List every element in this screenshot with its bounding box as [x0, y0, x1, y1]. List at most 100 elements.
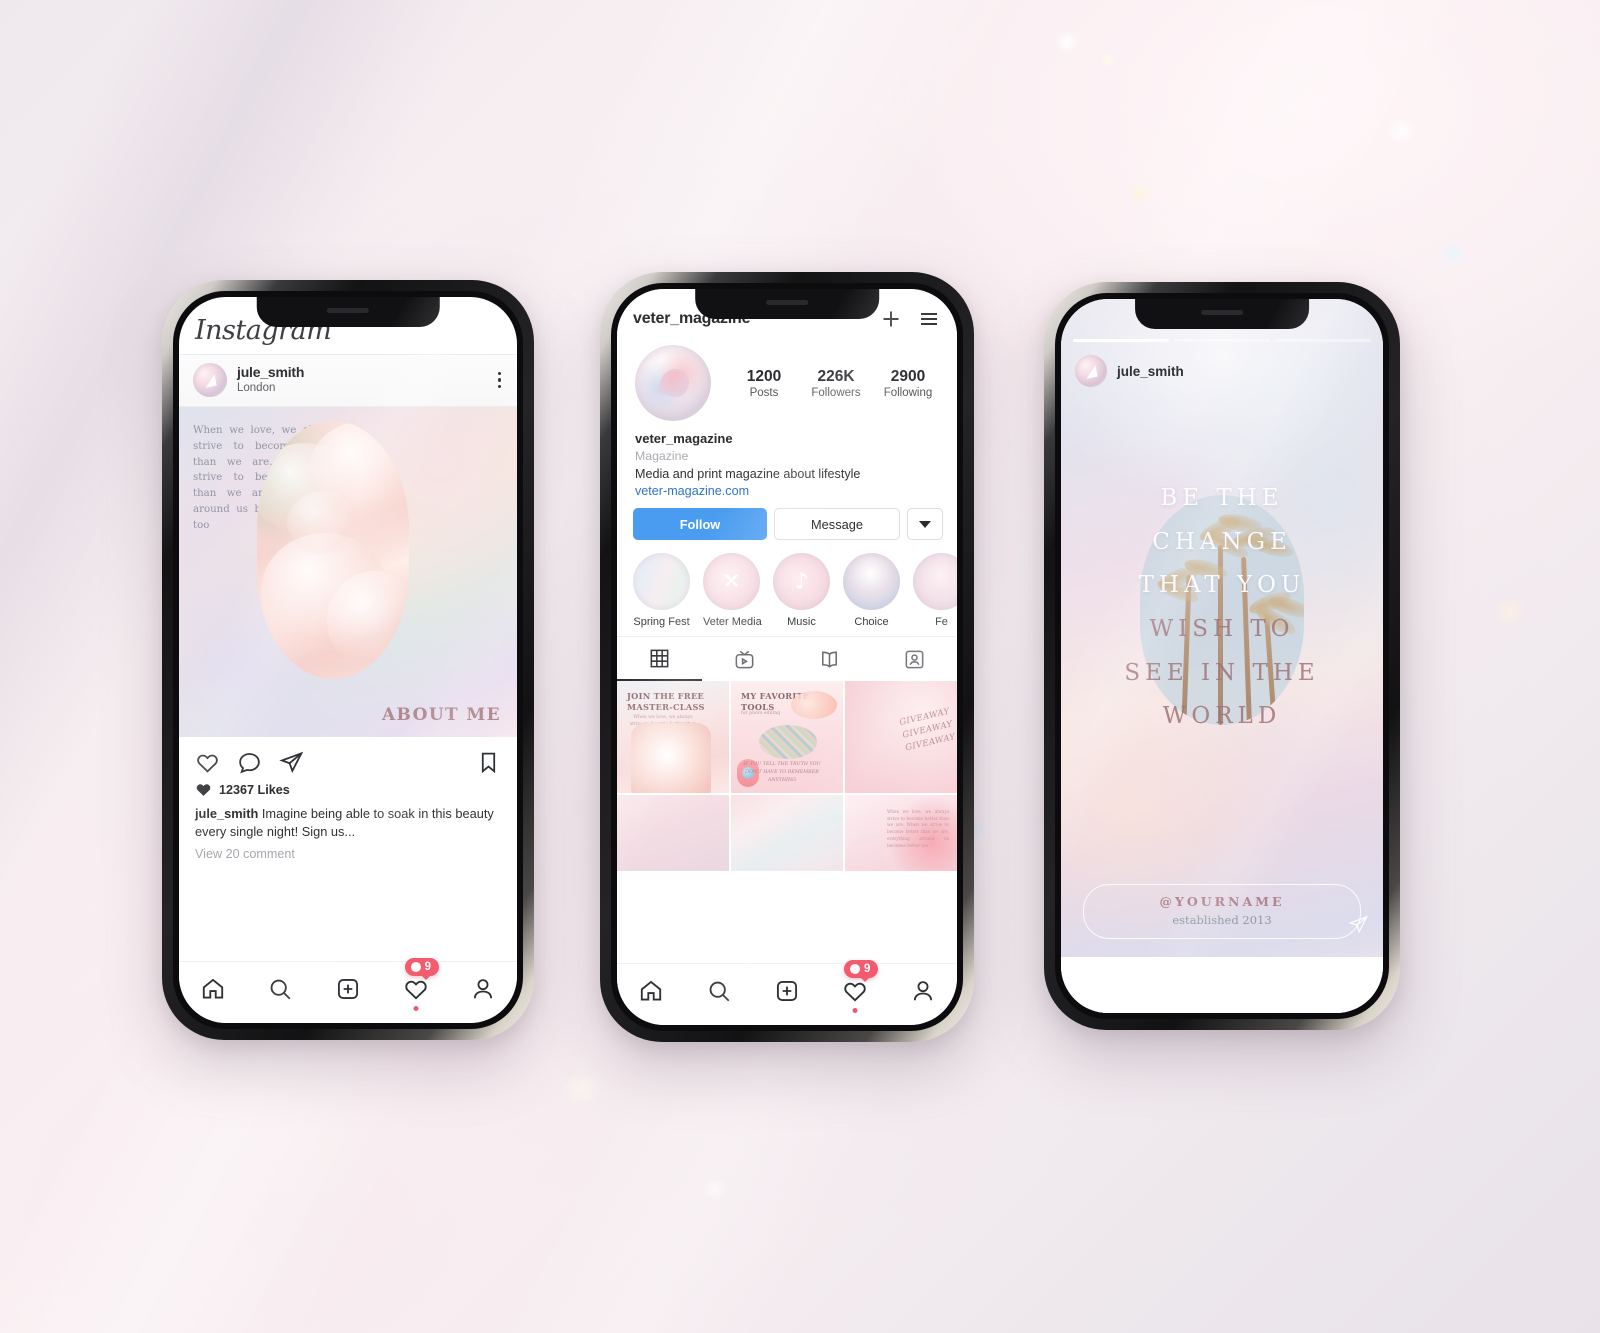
story-highlights: Spring Fest ✕ Veter Media ♪ Music Choice…	[617, 540, 957, 636]
stat-label: Followers	[811, 386, 861, 399]
likes-row: 12367 Likes	[179, 781, 517, 798]
bio-website-link[interactable]: veter-magazine.com	[635, 484, 941, 498]
profile-segment-tabs	[617, 636, 957, 681]
story-progress-segment[interactable]	[1275, 339, 1371, 342]
active-tab-dot	[852, 1007, 858, 1013]
avatar-glyph: ◢	[1083, 361, 1099, 382]
tab-igtv[interactable]	[702, 637, 787, 681]
bokeh-sparkle	[1055, 30, 1079, 54]
phone-bezel: veter_magazine 1200 Posts 226K Followers…	[611, 283, 963, 1031]
stat-label: Following	[883, 386, 933, 399]
highlight-partial[interactable]: Fe	[913, 553, 957, 628]
story-quote-line: SEE IN THE	[1124, 659, 1320, 686]
profile-avatar[interactable]	[635, 345, 711, 421]
grid-post[interactable]: MY FAVORITE TOOLS for photo editing IF Y…	[731, 681, 843, 793]
notification-badge: 9	[404, 957, 439, 980]
grid-post[interactable]: When we love, we always strive to become…	[845, 795, 957, 871]
grid-post[interactable]	[617, 795, 729, 871]
story-handle: @YOURNAME	[1159, 894, 1285, 909]
stat-label: Posts	[749, 386, 779, 399]
grid-post[interactable]: GIVEAWAY GIVEAWAY GIVEAWAY	[845, 681, 957, 793]
phone3-screen: ◢ jule_smith BE THE CHANGE THAT YOU WISH…	[1061, 299, 1383, 1013]
badge-count: 9	[863, 962, 871, 975]
highlight-label: Spring Fest	[633, 616, 690, 628]
phone-device-story: ◢ jule_smith BE THE CHANGE THAT YOU WISH…	[1044, 282, 1400, 1030]
post-location[interactable]: London	[237, 382, 486, 395]
story-quote-line: CHANGE	[1152, 528, 1292, 555]
caption-username[interactable]: jule_smith	[195, 806, 258, 821]
paper-plane-icon[interactable]	[279, 750, 304, 775]
avatar[interactable]: ◢	[193, 363, 227, 397]
avatar-glyph: ◢	[202, 370, 218, 391]
post-media[interactable]: When we love, we always strive to become…	[179, 407, 517, 737]
avatar[interactable]: ◢	[1075, 355, 1107, 387]
grid-post-sub: for photo editing	[741, 711, 781, 716]
view-comments-link[interactable]: View 20 comment	[179, 841, 517, 861]
tab-activity[interactable]: 9	[842, 959, 879, 1013]
story-progress-segment[interactable]	[1174, 339, 1270, 342]
grid-post-image	[631, 723, 711, 793]
plus-icon[interactable]	[879, 307, 903, 331]
story-bottom-bar	[1061, 957, 1383, 1013]
stat-value: 2900	[890, 367, 926, 385]
story-quote-line: WISH TO	[1149, 616, 1295, 643]
tab-tagged[interactable]	[872, 637, 957, 681]
grid-post[interactable]: JOIN THE FREE MASTER-CLASS When we love,…	[617, 681, 729, 793]
story-progress-bars	[1073, 339, 1371, 342]
kebab-menu-icon[interactable]	[496, 368, 504, 393]
highlight-spring-fest[interactable]: Spring Fest	[633, 553, 690, 628]
tab-create[interactable]	[335, 976, 361, 1002]
tab-home[interactable]	[638, 978, 664, 1004]
phone-bezel: Instagram ◢ jule_smith London When we lo…	[173, 291, 523, 1029]
notch	[1135, 299, 1309, 329]
stat-posts[interactable]: 1200 Posts	[731, 368, 797, 399]
phone-device-feed: Instagram ◢ jule_smith London When we lo…	[162, 280, 534, 1040]
tab-profile[interactable]	[470, 976, 496, 1002]
phone2-screen: veter_magazine 1200 Posts 226K Followers…	[617, 289, 957, 1025]
active-tab-dot	[413, 1005, 419, 1011]
story-header: ◢ jule_smith	[1075, 355, 1184, 387]
tab-home[interactable]	[200, 976, 226, 1002]
post-header: ◢ jule_smith London	[179, 354, 517, 407]
profile-post-grid: JOIN THE FREE MASTER-CLASS When we love,…	[617, 681, 957, 871]
highlight-cover	[843, 553, 900, 610]
chevron-down-icon	[919, 520, 931, 528]
hamburger-icon[interactable]	[917, 307, 941, 331]
grid-post-title: JOIN THE FREE MASTER-CLASS	[627, 691, 705, 713]
stat-followers[interactable]: 226K Followers	[803, 368, 869, 399]
paper-plane-icon[interactable]	[1348, 914, 1369, 935]
highlight-choice[interactable]: Choice	[843, 553, 900, 628]
post-author-block: jule_smith London	[237, 364, 486, 395]
highlight-music[interactable]: ♪ Music	[773, 553, 830, 628]
grid-post[interactable]	[731, 795, 843, 871]
bookmark-icon[interactable]	[476, 750, 501, 775]
phone1-screen: Instagram ◢ jule_smith London When we lo…	[179, 297, 517, 1023]
tab-create[interactable]	[774, 978, 800, 1004]
stat-following[interactable]: 2900 Following	[875, 368, 941, 399]
tab-search[interactable]	[267, 976, 293, 1002]
post-username[interactable]: jule_smith	[237, 364, 486, 380]
tab-profile[interactable]	[910, 978, 936, 1004]
stat-value: 1200	[746, 367, 782, 385]
tab-guides[interactable]	[787, 637, 872, 681]
message-button[interactable]: Message	[773, 508, 900, 540]
story-username[interactable]: jule_smith	[1117, 364, 1184, 379]
post-actions	[179, 737, 517, 781]
story-quote-line: THAT YOU	[1138, 572, 1306, 599]
highlight-label: Fe	[935, 616, 948, 628]
comment-icon[interactable]	[237, 750, 262, 775]
grid-post-title: GIVEAWAY GIVEAWAY GIVEAWAY	[898, 706, 957, 753]
story-quote: BE THE CHANGE THAT YOU WISH TO SEE IN TH…	[1061, 477, 1383, 739]
more-options-button[interactable]	[907, 508, 943, 540]
tab-grid[interactable]	[617, 637, 702, 681]
bio-display-name: veter_magazine	[635, 431, 733, 446]
tab-search[interactable]	[706, 978, 732, 1004]
tab-activity[interactable]: 9	[403, 957, 439, 1011]
heart-icon[interactable]	[195, 750, 220, 775]
follow-button[interactable]: Follow	[633, 508, 767, 540]
story-progress-segment[interactable]	[1073, 339, 1169, 342]
bokeh-sparkle	[1125, 185, 1155, 203]
post-caption: jule_smith Imagine being able to soak in…	[179, 798, 517, 841]
bokeh-sparkle	[1385, 120, 1419, 142]
highlight-veter-media[interactable]: ✕ Veter Media	[703, 553, 762, 628]
